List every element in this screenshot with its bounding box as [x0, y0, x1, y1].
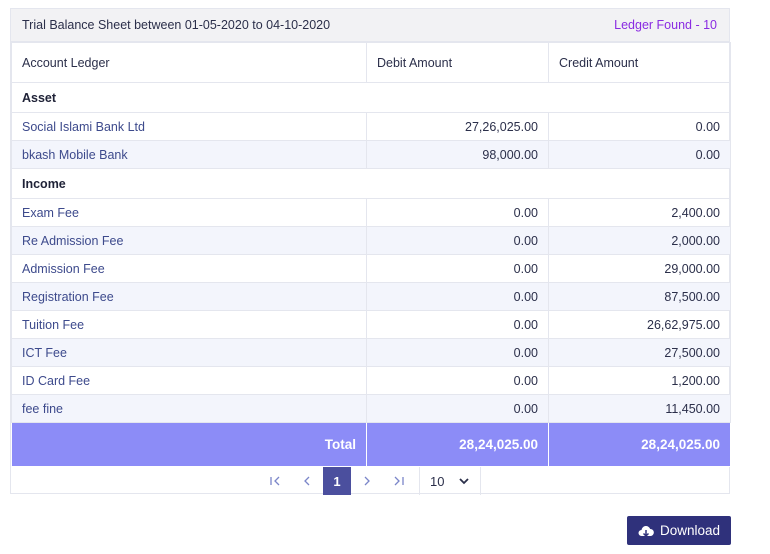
column-header-account-ledger: Account Ledger	[11, 42, 367, 83]
credit-amount: 87,500.00	[548, 282, 731, 311]
table-row: Exam Fee 0.00 2,400.00	[11, 198, 731, 227]
debit-amount: 0.00	[366, 198, 549, 227]
credit-amount: 2,000.00	[548, 226, 731, 255]
credit-amount: 29,000.00	[548, 254, 731, 283]
group-label: Income	[11, 168, 731, 199]
ledger-name: Re Admission Fee	[11, 226, 367, 255]
ledger-name: Admission Fee	[11, 254, 367, 283]
credit-amount: 26,62,975.00	[548, 310, 731, 339]
table-row: Re Admission Fee 0.00 2,000.00	[11, 226, 731, 255]
ledger-name: ID Card Fee	[11, 366, 367, 395]
prev-page-icon[interactable]	[291, 467, 323, 495]
column-header-debit-amount: Debit Amount	[366, 42, 549, 83]
total-row: Total 28,24,025.00 28,24,025.00	[11, 422, 731, 467]
panel-header: Trial Balance Sheet between 01-05-2020 t…	[11, 9, 729, 42]
pagination: 1 10	[11, 467, 729, 495]
group-row-asset: Asset	[11, 82, 731, 113]
ledger-name: bkash Mobile Bank	[11, 140, 367, 169]
table-row: ID Card Fee 0.00 1,200.00	[11, 366, 731, 395]
page-size-select[interactable]: 10	[419, 467, 481, 495]
table-row: Admission Fee 0.00 29,000.00	[11, 254, 731, 283]
ledger-name: Tuition Fee	[11, 310, 367, 339]
page-size-value: 10	[430, 473, 445, 489]
table-row: Registration Fee 0.00 87,500.00	[11, 282, 731, 311]
download-label: Download	[659, 523, 721, 538]
group-row-income: Income	[11, 168, 731, 199]
credit-amount: 11,450.00	[548, 394, 731, 423]
group-label: Asset	[11, 82, 731, 113]
table-row: ICT Fee 0.00 27,500.00	[11, 338, 731, 367]
table-row: fee fine 0.00 11,450.00	[11, 394, 731, 423]
total-label: Total	[11, 422, 367, 467]
table-row: Social Islami Bank Ltd 27,26,025.00 0.00	[11, 112, 731, 141]
credit-amount: 2,400.00	[548, 198, 731, 227]
last-page-icon[interactable]	[383, 467, 415, 495]
credit-amount: 0.00	[548, 140, 731, 169]
download-button[interactable]: Download	[627, 516, 731, 545]
total-credit: 28,24,025.00	[548, 422, 731, 467]
cloud-download-icon	[638, 525, 654, 537]
first-page-icon[interactable]	[259, 467, 291, 495]
credit-amount: 0.00	[548, 112, 731, 141]
debit-amount: 0.00	[366, 254, 549, 283]
trial-balance-panel: Trial Balance Sheet between 01-05-2020 t…	[10, 8, 731, 495]
debit-amount: 98,000.00	[366, 140, 549, 169]
next-page-icon[interactable]	[351, 467, 383, 495]
trial-balance-table: Account Ledger Debit Amount Credit Amoun…	[11, 42, 731, 467]
total-debit: 28,24,025.00	[366, 422, 549, 467]
debit-amount: 0.00	[366, 310, 549, 339]
chevron-down-icon	[459, 478, 469, 485]
debit-amount: 0.00	[366, 394, 549, 423]
debit-amount: 0.00	[366, 282, 549, 311]
ledger-name: Social Islami Bank Ltd	[11, 112, 367, 141]
table-row: bkash Mobile Bank 98,000.00 0.00	[11, 140, 731, 169]
page-button-current[interactable]: 1	[323, 467, 351, 495]
table-header-row: Account Ledger Debit Amount Credit Amoun…	[11, 42, 731, 83]
ledger-name: Registration Fee	[11, 282, 367, 311]
debit-amount: 0.00	[366, 226, 549, 255]
ledger-name: ICT Fee	[11, 338, 367, 367]
ledger-name: Exam Fee	[11, 198, 367, 227]
panel-title: Trial Balance Sheet between 01-05-2020 t…	[22, 18, 331, 32]
column-header-credit-amount: Credit Amount	[548, 42, 731, 83]
credit-amount: 27,500.00	[548, 338, 731, 367]
table-body: Asset Social Islami Bank Ltd 27,26,025.00 0…	[11, 82, 731, 423]
table-row: Tuition Fee 0.00 26,62,975.00	[11, 310, 731, 339]
ledger-name: fee fine	[11, 394, 367, 423]
debit-amount: 0.00	[366, 366, 549, 395]
debit-amount: 0.00	[366, 338, 549, 367]
debit-amount: 27,26,025.00	[366, 112, 549, 141]
ledger-found-count: Ledger Found - 10	[614, 18, 717, 32]
credit-amount: 1,200.00	[548, 366, 731, 395]
